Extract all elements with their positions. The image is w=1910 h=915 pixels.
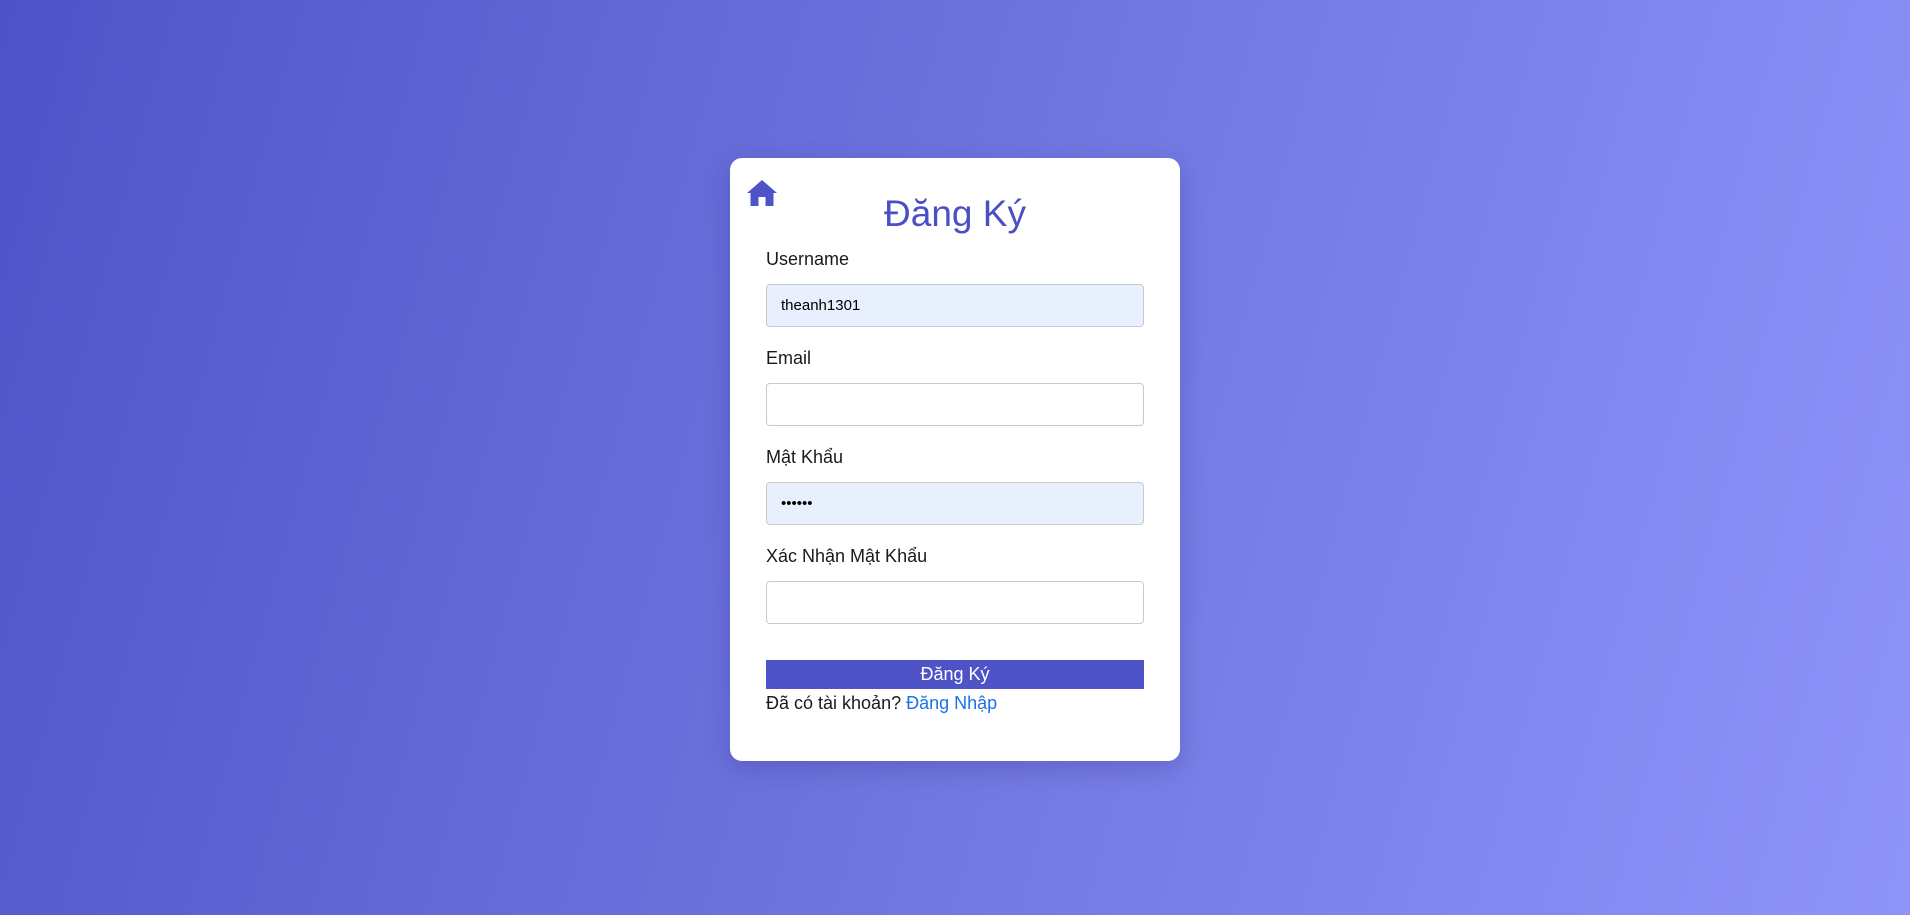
register-form: Username Email Mật Khẩu Xác Nhận Mật Khẩ… <box>766 248 1144 715</box>
register-button[interactable]: Đăng Ký <box>766 660 1144 689</box>
username-group: Username <box>766 248 1144 327</box>
password-label: Mật Khẩu <box>766 447 844 467</box>
email-group: Email <box>766 347 1144 426</box>
login-prompt: Đã có tài khoản? Đăng Nhập <box>766 691 1144 715</box>
login-prompt-text: Đã có tài khoản? <box>766 693 902 713</box>
confirm-password-group: Xác Nhận Mật Khẩu <box>766 545 1144 624</box>
confirm-password-label: Xác Nhận Mật Khẩu <box>766 546 928 566</box>
password-group: Mật Khẩu <box>766 446 1144 525</box>
page-title: Đăng Ký <box>884 193 1026 234</box>
password-input[interactable] <box>766 482 1144 525</box>
username-input[interactable] <box>766 284 1144 327</box>
username-label: Username <box>766 249 850 269</box>
email-label: Email <box>766 348 812 368</box>
register-card: Đăng Ký Username Email Mật Khẩu Xác Nhận… <box>730 158 1180 761</box>
confirm-password-input[interactable] <box>766 581 1144 624</box>
email-input[interactable] <box>766 383 1144 426</box>
login-link[interactable]: Đăng Nhập <box>906 693 997 713</box>
